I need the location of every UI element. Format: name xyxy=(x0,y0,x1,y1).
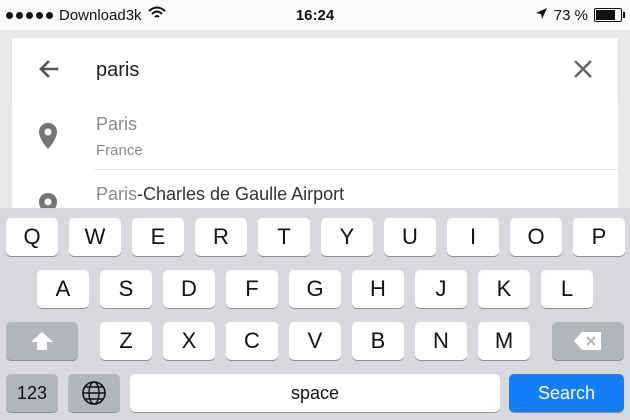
battery-percentage: 73 % xyxy=(553,6,588,24)
clear-search-button[interactable] xyxy=(566,52,600,86)
key-t[interactable]: T xyxy=(258,218,310,256)
location-arrow-icon xyxy=(535,7,548,24)
search-bar xyxy=(12,38,618,101)
globe-icon xyxy=(82,381,106,405)
status-left: Download3k xyxy=(0,6,166,24)
back-button[interactable] xyxy=(32,52,66,86)
key-s[interactable]: S xyxy=(100,270,152,308)
signal-strength-icon xyxy=(6,11,53,19)
key-q[interactable]: Q xyxy=(6,218,58,256)
keyboard: Q W E R T Y U I O P A S D F G H J K L Z … xyxy=(0,208,630,420)
numbers-key[interactable]: 123 xyxy=(6,374,58,412)
key-x[interactable]: X xyxy=(163,322,215,360)
suggestion-title: Paris xyxy=(96,114,137,135)
key-u[interactable]: U xyxy=(384,218,436,256)
globe-key[interactable] xyxy=(68,374,120,412)
key-i[interactable]: I xyxy=(447,218,499,256)
key-r[interactable]: R xyxy=(195,218,247,256)
key-b[interactable]: B xyxy=(352,322,404,360)
carrier-name: Download3k xyxy=(59,6,142,24)
key-h[interactable]: H xyxy=(352,270,404,308)
wifi-icon xyxy=(147,6,166,24)
shift-arrow-icon xyxy=(31,332,53,350)
suggestion-item[interactable]: Paris France xyxy=(12,100,618,170)
key-y[interactable]: Y xyxy=(321,218,373,256)
battery-icon xyxy=(594,8,625,22)
suggestion-item[interactable]: Paris-Charles de Gaulle Airport xyxy=(12,170,618,210)
key-j[interactable]: J xyxy=(415,270,467,308)
search-input[interactable] xyxy=(94,54,558,86)
arrow-left-icon xyxy=(39,60,59,78)
key-o[interactable]: O xyxy=(510,218,562,256)
key-g[interactable]: G xyxy=(289,270,341,308)
status-bar: Download3k 16:24 73 % xyxy=(0,0,630,30)
key-p[interactable]: P xyxy=(573,218,625,256)
shift-key[interactable] xyxy=(6,322,78,360)
suggestion-match: Paris xyxy=(96,184,138,204)
key-m[interactable]: M xyxy=(478,322,530,360)
key-a[interactable]: A xyxy=(37,270,89,308)
key-w[interactable]: W xyxy=(69,218,121,256)
status-right: 73 % xyxy=(535,7,630,24)
close-icon xyxy=(574,60,592,78)
key-e[interactable]: E xyxy=(132,218,184,256)
suggestion-match: Paris xyxy=(96,114,138,134)
key-n[interactable]: N xyxy=(415,322,467,360)
key-l[interactable]: L xyxy=(541,270,593,308)
key-v[interactable]: V xyxy=(289,322,341,360)
location-pin-icon xyxy=(39,123,57,149)
backspace-icon xyxy=(574,332,601,350)
search-key[interactable]: Search xyxy=(509,374,624,412)
suggestion-title: Paris-Charles de Gaulle Airport xyxy=(96,184,344,205)
suggestion-list: Paris France Paris-Charles de Gaulle Air… xyxy=(12,100,618,210)
delete-key[interactable] xyxy=(552,322,624,360)
suggestion-rest: -Charles de Gaulle Airport xyxy=(137,184,345,204)
suggestion-subtitle: France xyxy=(96,142,143,159)
space-key[interactable]: space xyxy=(130,374,500,412)
key-c[interactable]: C xyxy=(226,322,278,360)
key-d[interactable]: D xyxy=(163,270,215,308)
key-k[interactable]: K xyxy=(478,270,530,308)
key-z[interactable]: Z xyxy=(100,322,152,360)
key-f[interactable]: F xyxy=(226,270,278,308)
